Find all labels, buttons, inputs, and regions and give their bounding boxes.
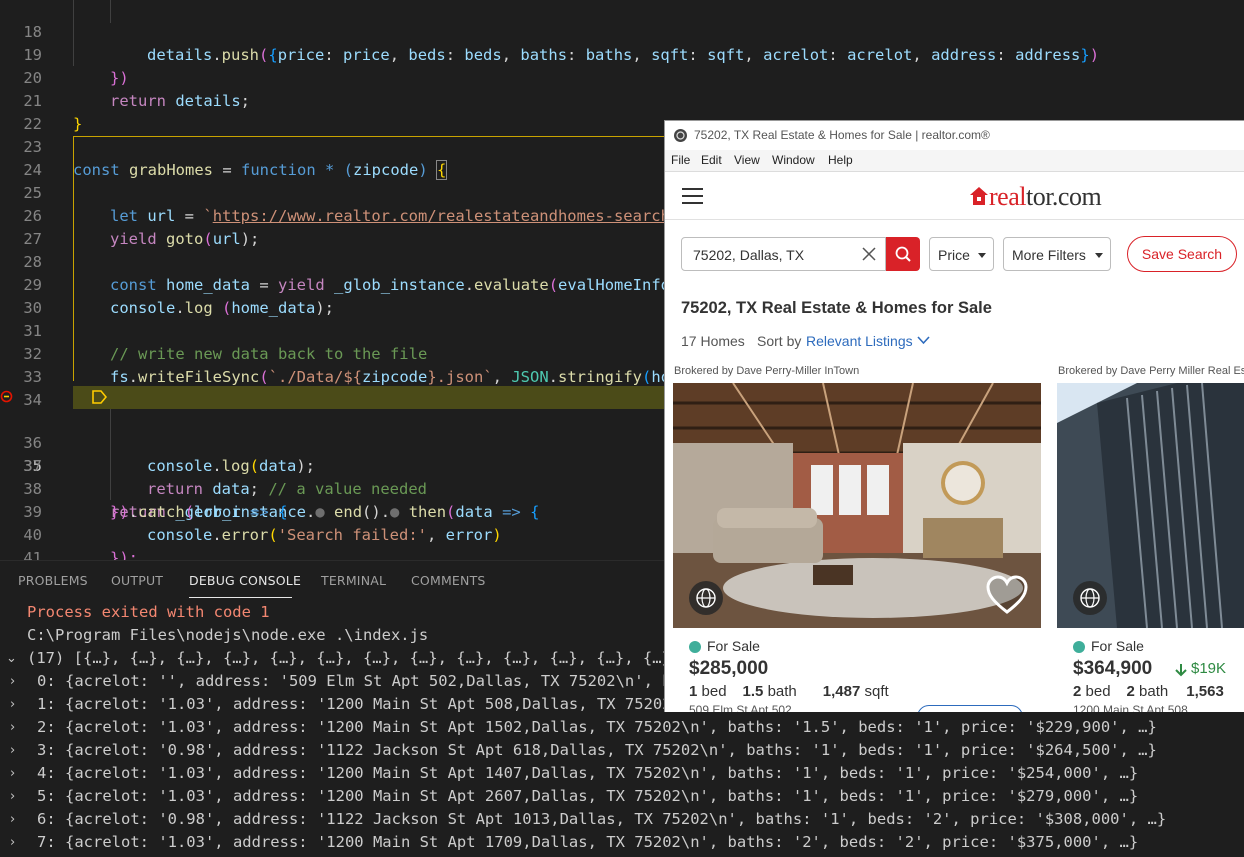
sort-label: Sort by <box>757 333 802 349</box>
code-line[interactable]: 19 }) <box>0 21 1244 87</box>
chevron-right-icon[interactable]: › <box>10 693 15 716</box>
console-object-row[interactable]: › 4: {acrelot: '1.03', address: '1200 Mai… <box>0 762 1244 785</box>
realtor-logo[interactable]: realtor.com <box>989 182 1102 212</box>
menu-view[interactable]: View <box>734 153 760 167</box>
results-count: 17 Homes <box>681 333 745 349</box>
listing-details: 2 bed 2 bath 1,563 <box>1073 683 1224 700</box>
app-icon <box>674 129 687 142</box>
code-line[interactable]: 21 } <box>0 67 1244 133</box>
breakpoint-icon[interactable] <box>0 390 13 403</box>
page-title: 75202, TX Real Estate & Homes for Sale <box>681 299 992 317</box>
menu-bar: File Edit View Window Help <box>665 150 1244 172</box>
menu-file[interactable]: File <box>671 153 690 167</box>
tab-problems[interactable]: PROBLEMS <box>18 573 88 588</box>
listing-address[interactable]: 1200 Main St Apt 508 <box>1073 703 1188 712</box>
code-line[interactable]: 20 return details; <box>0 44 1244 110</box>
more-filters-dropdown[interactable]: More Filters <box>1003 237 1111 271</box>
sort-dropdown[interactable]: Relevant Listings <box>806 333 913 349</box>
listing-photo[interactable] <box>1057 383 1244 628</box>
listing-photo[interactable] <box>673 383 1041 628</box>
chevron-right-icon[interactable]: › <box>10 808 15 831</box>
price-reduction: $19K <box>1191 660 1227 677</box>
listing-price: $285,000 <box>689 658 769 679</box>
clear-icon[interactable] <box>862 247 876 261</box>
tab-comments[interactable]: COMMENTS <box>411 573 486 588</box>
chevron-right-icon[interactable]: › <box>10 670 15 693</box>
console-object-row[interactable]: › 3: {acrelot: '0.98', address: '1122 Jac… <box>0 739 1244 762</box>
caret-down-icon <box>978 253 986 258</box>
tab-terminal[interactable]: TERMINAL <box>321 573 386 588</box>
chevron-down-icon[interactable] <box>917 335 930 345</box>
debug-line-highlight <box>73 386 673 409</box>
broker-label: Brokered by Dave Perry-Miller InTown <box>674 365 860 377</box>
for-sale-dot-icon <box>689 641 701 653</box>
listing-status: For Sale <box>707 638 760 654</box>
search-icon <box>895 246 911 262</box>
house-logo-icon <box>970 187 988 205</box>
listing-status: For Sale <box>1091 638 1144 654</box>
menu-help[interactable]: Help <box>828 153 853 167</box>
code-line[interactable]: 22 <box>0 90 1244 133</box>
console-object-row[interactable]: › 5: {acrelot: '1.03', address: '1200 Mai… <box>0 785 1244 808</box>
console-object-row[interactable]: › 6: {acrelot: '0.98', address: '1122 Jac… <box>0 808 1244 831</box>
chevron-right-icon[interactable]: › <box>10 716 15 739</box>
browser-window[interactable]: 75202, TX Real Estate & Homes for Sale |… <box>664 120 1244 712</box>
favorite-heart-icon[interactable] <box>986 575 1028 615</box>
caret-down-icon <box>1095 253 1103 258</box>
listing-details: 1 bed 1.5 bath 1,487 sqft <box>689 683 889 700</box>
menu-edit[interactable]: Edit <box>701 153 722 167</box>
virtual-tour-icon[interactable] <box>689 581 723 615</box>
search-button[interactable] <box>886 237 920 271</box>
chevron-right-icon[interactable]: › <box>10 762 15 785</box>
debug-pointer-icon <box>92 390 107 404</box>
for-sale-dot-icon <box>1073 641 1085 653</box>
hamburger-menu-icon[interactable] <box>682 188 703 204</box>
chevron-right-icon[interactable]: › <box>10 785 15 808</box>
console-object-row[interactable]: › 7: {acrelot: '1.03', address: '1200 Mai… <box>0 831 1244 854</box>
window-titlebar[interactable]: 75202, TX Real Estate & Homes for Sale |… <box>665 121 1244 150</box>
listing-price: $364,900 <box>1073 658 1153 679</box>
contact-agent-button[interactable] <box>917 705 1023 712</box>
listing-address[interactable]: 509 Elm St Apt 502 <box>689 703 792 712</box>
save-search-button[interactable]: Save Search <box>1127 236 1237 272</box>
chevron-right-icon[interactable]: › <box>10 739 15 762</box>
virtual-tour-icon[interactable] <box>1073 581 1107 615</box>
console-object-row[interactable]: › 2: {acrelot: '1.03', address: '1200 Mai… <box>0 716 1244 739</box>
chevron-down-icon[interactable]: ⌄ <box>6 647 17 670</box>
price-filter-dropdown[interactable]: Price <box>929 237 994 271</box>
active-tab-indicator <box>189 597 292 598</box>
site-header: realtor.com <box>665 172 1244 220</box>
menu-window[interactable]: Window <box>772 153 815 167</box>
broker-label: Brokered by Dave Perry Miller Real Esta <box>1058 365 1244 377</box>
code-line[interactable]: 18 details.push({price: price, beds: bed… <box>0 0 1244 64</box>
tab-debug-console[interactable]: DEBUG CONSOLE <box>189 573 301 588</box>
tab-output[interactable]: OUTPUT <box>111 573 163 588</box>
chevron-right-icon[interactable]: › <box>10 831 15 854</box>
location-search-input[interactable]: 75202, Dallas, TX <box>681 237 886 271</box>
arrow-down-icon <box>1175 664 1187 677</box>
window-title: 75202, TX Real Estate & Homes for Sale |… <box>694 128 990 142</box>
